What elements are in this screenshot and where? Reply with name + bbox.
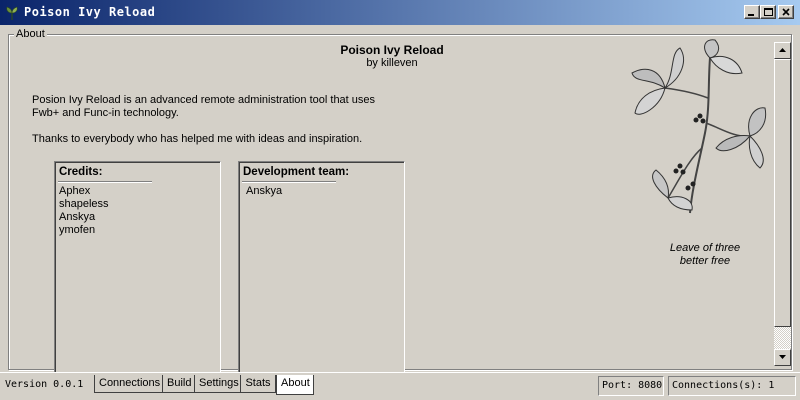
minimize-icon <box>748 14 754 16</box>
dev-team-panel: Development team: Anskya <box>238 161 405 373</box>
credits-divider <box>58 181 152 182</box>
maximize-icon <box>764 8 773 16</box>
tab-stats[interactable]: Stats <box>240 375 276 393</box>
version-label: Version 0.0.1 <box>5 379 84 390</box>
scroll-thumb[interactable] <box>774 59 791 327</box>
credit-name: Aphex <box>59 185 91 197</box>
motto-line: better free <box>679 255 731 267</box>
ivy-leaf-icon[interactable] <box>4 5 20 21</box>
credits-heading: Credits: <box>59 166 103 178</box>
arrow-down-icon <box>779 355 786 359</box>
scroll-down-button[interactable] <box>774 349 791 366</box>
close-button[interactable] <box>778 5 794 19</box>
dev-team-heading: Development team: <box>243 166 350 178</box>
dev-team-list: Anskya <box>246 185 282 198</box>
credit-name: Anskya <box>59 211 96 223</box>
thanks-text: Thanks to everybody who has helped me wi… <box>32 133 363 145</box>
tab-build[interactable]: Build <box>162 375 196 393</box>
app-byline: by killeven <box>366 57 418 69</box>
motto-text: Leave of three better free <box>640 242 770 268</box>
minimize-button[interactable] <box>744 5 760 19</box>
close-icon <box>782 8 790 16</box>
credits-list: Aphex shapeless Anskya ymofen <box>59 185 109 237</box>
dev-team-divider <box>242 181 336 182</box>
scroll-up-button[interactable] <box>774 42 791 59</box>
vertical-scrollbar[interactable] <box>774 42 791 366</box>
port-label: Port: 8080 <box>598 376 664 396</box>
tab-settings[interactable]: Settings <box>194 375 242 393</box>
credit-name: shapeless <box>59 198 109 210</box>
tab-connections[interactable]: Connections <box>94 375 164 393</box>
dev-team-name: Anskya <box>246 185 283 197</box>
app-description: Posion Ivy Reload is an advanced remote … <box>32 94 376 119</box>
app-title: Poison Ivy Reload <box>340 43 444 57</box>
poison-ivy-illustration <box>631 39 767 214</box>
tab-label: Build <box>167 377 192 389</box>
tab-label: About <box>281 377 310 389</box>
tab-label: Settings <box>199 377 239 389</box>
credit-name: ymofen <box>59 224 96 236</box>
motto-line: Leave of three <box>669 242 741 254</box>
maximize-button[interactable] <box>760 5 776 19</box>
tab-about[interactable]: About <box>276 375 314 395</box>
tab-label: Stats <box>245 377 271 389</box>
window-title: Poison Ivy Reload <box>24 5 156 19</box>
arrow-up-icon <box>779 48 786 52</box>
tab-label: Connections <box>99 377 161 389</box>
about-group-label: About <box>14 28 47 40</box>
connections-count: Connections(s): 1 <box>668 376 796 396</box>
credits-panel: Credits: Aphex shapeless Anskya ymofen <box>54 161 221 373</box>
title-bar: Poison Ivy Reload <box>0 0 800 25</box>
